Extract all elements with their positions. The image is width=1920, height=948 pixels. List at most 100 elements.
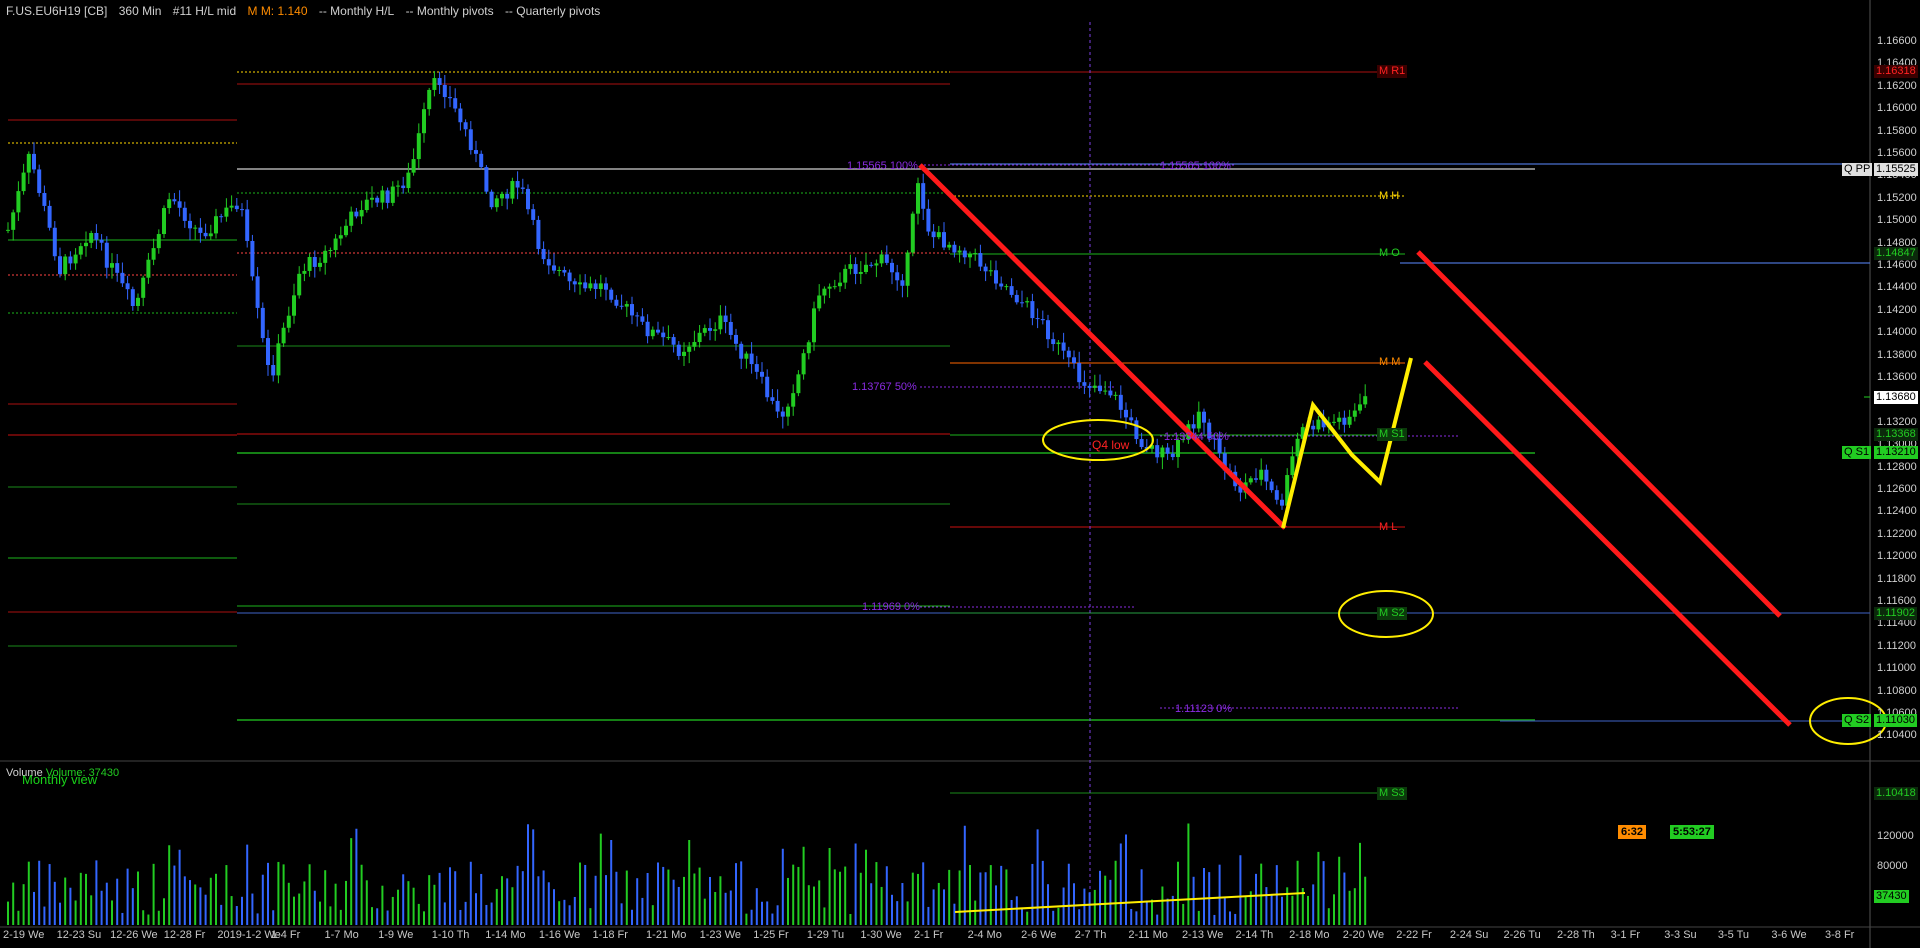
date-label: 1-25 Fr <box>753 929 789 941</box>
candle-body <box>94 233 99 240</box>
candle-body <box>796 374 801 394</box>
candle-body <box>328 250 333 252</box>
tag-m-o: M O <box>1379 247 1400 259</box>
candle-body <box>380 190 385 203</box>
m-s2-price: 1.11902 <box>1874 607 1917 620</box>
candle-body <box>172 199 177 202</box>
date-label: 3-5 Tu <box>1717 929 1749 941</box>
candle-body <box>84 242 88 247</box>
candle-body <box>728 321 733 335</box>
candle-body <box>936 232 941 238</box>
study-monthly-hl[interactable]: -- Monthly H/L <box>319 4 394 18</box>
candle-body <box>635 315 640 317</box>
candle-body <box>1098 385 1102 392</box>
candle-body <box>1363 396 1368 405</box>
candle-body <box>42 193 47 206</box>
candle-body <box>604 283 608 290</box>
candle-body <box>500 193 504 199</box>
candle-body <box>926 208 931 232</box>
volume-label[interactable]: Volume <box>6 767 43 779</box>
candle-body <box>968 253 972 258</box>
candle-body <box>52 227 57 257</box>
date-label: 2-26 Tu <box>1503 929 1541 941</box>
price-tick: 1.12200 <box>1877 527 1917 540</box>
interval-label[interactable]: 360 Min <box>119 4 162 18</box>
fib-100-label-a: 1.15565 100% <box>847 160 918 172</box>
candle-body <box>323 250 328 263</box>
date-label: 2-19 We <box>3 929 45 941</box>
candle-body <box>723 315 728 322</box>
candle-body <box>354 211 359 217</box>
q-s2-price: 1.11030 <box>1874 714 1917 727</box>
price-tick: 1.14000 <box>1877 326 1917 339</box>
candle-body <box>702 328 707 333</box>
candle-body <box>468 129 473 151</box>
candle-body <box>1290 456 1295 476</box>
candle-body <box>1072 357 1076 364</box>
candle-body <box>1342 417 1347 425</box>
candle-body <box>411 159 416 173</box>
candle-body <box>136 297 140 306</box>
candle-body <box>151 248 156 260</box>
candle-body <box>1139 439 1144 448</box>
price-tick: 1.11600 <box>1877 595 1916 607</box>
candle-body <box>115 263 120 273</box>
price-tick: 1.10400 <box>1877 729 1917 742</box>
vol-tick-80000: 80000 <box>1877 860 1908 872</box>
volume-header: Volume Volume: 37430 <box>6 767 119 779</box>
study-quarterly-pivots[interactable]: -- Quarterly pivots <box>505 4 600 18</box>
m-o-price: 1.14847 <box>1874 247 1918 260</box>
study-hl-mid[interactable]: #11 H/L mid <box>173 4 236 18</box>
candle-body <box>916 183 920 214</box>
candle-body <box>442 84 447 98</box>
candle-body <box>234 205 239 210</box>
candle-body <box>338 235 343 239</box>
symbol-label[interactable]: F.US.EU6H19 [CB] <box>6 4 107 18</box>
candle-body <box>11 212 16 230</box>
candle-body <box>104 242 109 268</box>
candle-body <box>1066 350 1071 358</box>
candle-body <box>359 210 364 217</box>
candle-body <box>427 89 432 110</box>
chart-header: F.US.EU6H19 [CB] 360 Min #11 H/L mid M M… <box>6 4 608 18</box>
candle-body <box>1108 390 1113 396</box>
m-s1-price: 1.13368 <box>1874 428 1918 441</box>
date-label: 12-28 Fr <box>163 929 206 941</box>
candle-body <box>198 227 203 233</box>
study-mm[interactable]: M M: 1.140 <box>247 4 307 18</box>
price-chart[interactable] <box>0 0 1920 948</box>
candle-body <box>978 253 983 267</box>
candle-body <box>453 98 458 109</box>
candle-body <box>890 262 894 273</box>
price-tick: 1.12600 <box>1877 483 1917 495</box>
candle-body <box>484 167 489 192</box>
candle-body <box>1025 301 1030 303</box>
candle-body <box>713 329 718 331</box>
price-tick: 1.15200 <box>1877 191 1917 204</box>
candle-body <box>848 264 853 269</box>
candle-body <box>1332 421 1336 423</box>
candle-body <box>1337 417 1342 422</box>
candle-body <box>385 190 390 203</box>
candle-body <box>1259 469 1264 480</box>
candle-body <box>718 315 723 330</box>
tag-m-m: M M <box>1379 356 1401 368</box>
candle-body <box>983 266 988 272</box>
candle-body <box>1129 417 1134 421</box>
candle-body <box>370 197 374 200</box>
date-label: 1-4 Fr <box>270 929 301 941</box>
date-label: 2-18 Mo <box>1289 929 1330 941</box>
tag-m-h: M H <box>1379 190 1400 202</box>
study-monthly-pivots[interactable]: -- Monthly pivots <box>406 4 494 18</box>
candle-body <box>302 270 307 274</box>
candle-body <box>510 181 515 199</box>
date-label: 12-23 Su <box>56 929 102 941</box>
candle-body <box>1202 411 1206 423</box>
candle-body <box>1020 302 1024 304</box>
date-label: 3-1 Fr <box>1610 929 1640 941</box>
fib-0-label-b: 1.11123 0% <box>1175 703 1233 715</box>
candle-body <box>219 216 224 218</box>
candle-body <box>1160 447 1165 458</box>
candle-body <box>6 229 10 231</box>
candle-body <box>1103 390 1108 392</box>
